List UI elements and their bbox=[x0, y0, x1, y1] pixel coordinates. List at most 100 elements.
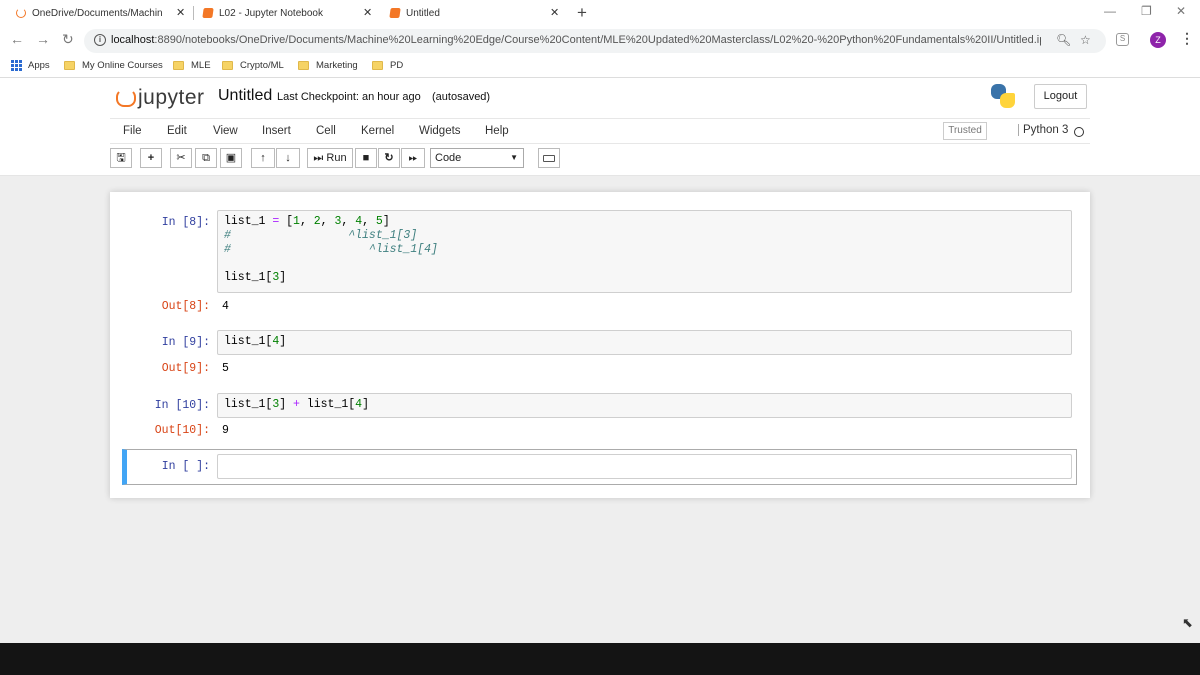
reload-icon[interactable]: ↻ bbox=[62, 31, 74, 48]
bookmark-marketing[interactable]: Marketing bbox=[298, 60, 358, 71]
close-icon[interactable]: ✕ bbox=[363, 6, 372, 19]
save-icon: 🖫︎ bbox=[116, 152, 126, 164]
arrow-up-icon: ↑ bbox=[260, 152, 266, 164]
tab-untitled[interactable]: Untitled ✕ bbox=[389, 0, 565, 26]
notebook-container: In [8]: list_1 = [1, 2, 3, 4, 5] # ^list… bbox=[110, 192, 1090, 498]
code-cell-input[interactable]: list_1[4] bbox=[217, 330, 1072, 355]
menu-help[interactable]: Help bbox=[485, 125, 509, 137]
notebook-toolbar: 🖫︎ + ✂ ⧉ ▣ ↑ ↓ ⏭︎ Run ■ ↻ ⏩︎ Code ▼ bbox=[110, 148, 1090, 170]
cut-button[interactable]: ✂ bbox=[170, 148, 192, 168]
tab-onedrive[interactable]: OneDrive/Documents/Machine L ✕ bbox=[16, 0, 186, 26]
output-prompt: Out[8]: bbox=[161, 300, 210, 313]
menu-file[interactable]: File bbox=[123, 125, 142, 137]
profile-avatar[interactable]: Z bbox=[1150, 32, 1166, 48]
input-prompt: In [8]: bbox=[161, 216, 210, 229]
bookmark-label: Apps bbox=[28, 60, 50, 71]
menu-edit[interactable]: Edit bbox=[167, 125, 187, 137]
trusted-badge[interactable]: Trusted bbox=[943, 122, 987, 140]
bookmark-crypto-ml[interactable]: Crypto/ML bbox=[222, 60, 284, 71]
forward-arrow-icon[interactable]: → bbox=[36, 31, 50, 47]
browser-menu-icon[interactable]: ⋮ bbox=[1180, 30, 1194, 47]
output-prompt: Out[9]: bbox=[161, 362, 210, 375]
interrupt-button[interactable]: ■ bbox=[355, 148, 377, 168]
bookmark-pd[interactable]: PD bbox=[372, 60, 403, 71]
move-up-button[interactable]: ↑ bbox=[251, 148, 275, 168]
tab-l02-notebook[interactable]: L02 - Jupyter Notebook ✕ bbox=[202, 0, 378, 26]
plus-icon: + bbox=[147, 152, 155, 164]
folder-icon bbox=[64, 61, 75, 70]
jupyter-header: jupyter Untitled Last Checkpoint: an hou… bbox=[0, 78, 1200, 176]
move-down-button[interactable]: ↓ bbox=[276, 148, 300, 168]
input-prompt: In [10]: bbox=[154, 399, 210, 412]
input-prompt: In [9]: bbox=[161, 336, 210, 349]
back-arrow-icon[interactable]: ← bbox=[10, 31, 24, 47]
kernel-idle-indicator bbox=[1074, 127, 1084, 137]
address-bar-row: ← → ↻ i localhost:8890/notebooks/OneDriv… bbox=[0, 26, 1200, 56]
minimize-icon[interactable]: — bbox=[1104, 4, 1116, 18]
bookmark-star-icon[interactable]: ☆ bbox=[1080, 33, 1091, 47]
new-tab-icon[interactable]: + bbox=[577, 3, 587, 23]
keyboard-icon bbox=[543, 155, 555, 162]
close-icon[interactable]: ✕ bbox=[550, 6, 559, 19]
scissors-icon: ✂ bbox=[176, 152, 186, 164]
notebook-name[interactable]: Untitled bbox=[218, 87, 272, 105]
cell-type-value: Code bbox=[435, 152, 462, 164]
logout-button[interactable]: Logout bbox=[1034, 84, 1087, 109]
apps-grid-icon bbox=[11, 60, 22, 71]
copy-button[interactable]: ⧉ bbox=[195, 148, 217, 168]
copy-icon: ⧉ bbox=[202, 152, 210, 164]
menu-cell[interactable]: Cell bbox=[316, 125, 336, 137]
bookmarks-bar: Apps My Online Courses MLE Crypto/ML Mar… bbox=[0, 56, 1200, 78]
run-button[interactable]: ⏭︎ Run bbox=[307, 148, 353, 168]
window-close-icon[interactable]: ✕ bbox=[1176, 4, 1186, 18]
autosave-status: (autosaved) bbox=[432, 91, 491, 103]
cell-output: 4 bbox=[222, 300, 229, 313]
taskbar bbox=[0, 643, 1200, 675]
notebook-icon bbox=[389, 8, 401, 18]
code-cell-input[interactable]: list_1[3] + list_1[4] bbox=[217, 393, 1072, 418]
output-prompt: Out[10]: bbox=[154, 424, 210, 437]
fast-forward-icon: ⏩︎ bbox=[408, 152, 418, 164]
cell-output: 5 bbox=[222, 362, 229, 375]
input-prompt: In [ ]: bbox=[161, 460, 210, 473]
close-icon[interactable]: ✕ bbox=[176, 6, 185, 19]
menu-widgets[interactable]: Widgets bbox=[419, 125, 461, 137]
paste-icon: ▣ bbox=[225, 152, 237, 164]
bookmark-label: My Online Courses bbox=[82, 60, 163, 71]
python-logo-icon bbox=[991, 84, 1015, 108]
save-button[interactable]: 🖫︎ bbox=[110, 148, 132, 168]
folder-icon bbox=[372, 61, 383, 70]
bookmark-apps[interactable]: Apps bbox=[11, 60, 50, 71]
command-palette-button[interactable] bbox=[538, 148, 560, 168]
empty-code-input[interactable] bbox=[217, 454, 1072, 479]
cell-output: 9 bbox=[222, 424, 229, 437]
step-forward-icon: ⏭︎ bbox=[313, 152, 324, 164]
insert-cell-button[interactable]: + bbox=[140, 148, 162, 168]
jupyter-logo-text: jupyter bbox=[138, 86, 205, 109]
arrow-down-icon: ↓ bbox=[285, 152, 291, 164]
extension-s-icon[interactable]: S bbox=[1116, 33, 1129, 46]
menu-view[interactable]: View bbox=[213, 125, 238, 137]
restart-run-all-button[interactable]: ⏩︎ bbox=[401, 148, 425, 168]
kernel-name: Python 3 bbox=[1018, 124, 1068, 136]
bookmark-my-online-courses[interactable]: My Online Courses bbox=[64, 60, 163, 71]
bookmark-mle[interactable]: MLE bbox=[173, 60, 211, 71]
folder-icon bbox=[222, 61, 233, 70]
paste-button[interactable]: ▣ bbox=[220, 148, 242, 168]
menu-insert[interactable]: Insert bbox=[262, 125, 291, 137]
tab-title: OneDrive/Documents/Machine L bbox=[32, 7, 162, 19]
tab-title: Untitled bbox=[406, 7, 440, 19]
stop-icon: ■ bbox=[362, 152, 370, 164]
jupyter-logo[interactable]: jupyter bbox=[116, 86, 205, 110]
restart-icon: ↻ bbox=[384, 152, 394, 164]
zoom-icon[interactable]: 🔍︎ bbox=[1056, 33, 1071, 47]
code-cell-input[interactable]: list_1 = [1, 2, 3, 4, 5] # ^list_1[3] # … bbox=[217, 210, 1072, 293]
restart-button[interactable]: ↻ bbox=[378, 148, 400, 168]
bookmark-label: Crypto/ML bbox=[240, 60, 284, 71]
restore-icon[interactable]: ❐ bbox=[1141, 4, 1152, 18]
notebook-icon bbox=[202, 8, 214, 18]
menu-kernel[interactable]: Kernel bbox=[361, 125, 394, 137]
cell-type-select[interactable]: Code ▼ bbox=[430, 148, 524, 168]
info-icon[interactable]: i bbox=[94, 34, 106, 46]
url-input[interactable]: i localhost:8890/notebooks/OneDrive/Docu… bbox=[84, 29, 1106, 53]
